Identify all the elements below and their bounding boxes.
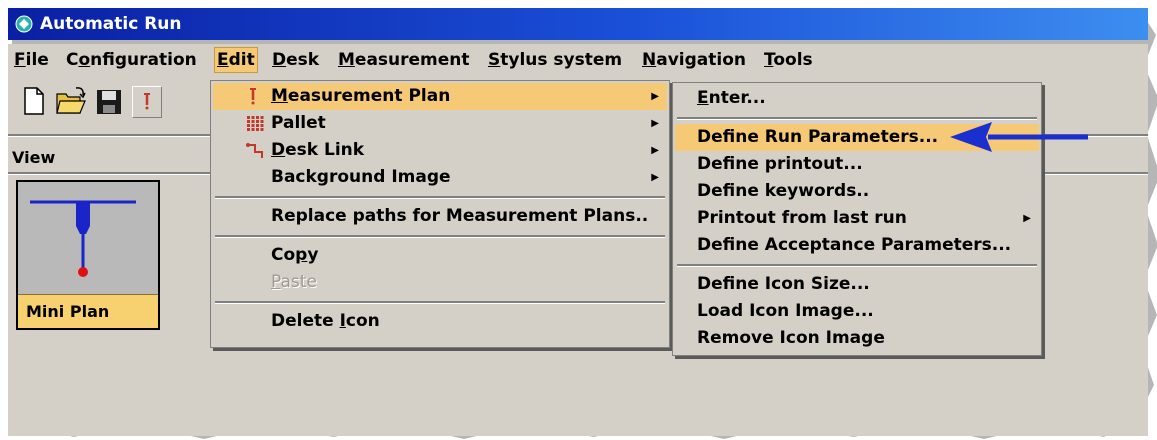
menu-item-label: Copy bbox=[271, 245, 319, 265]
menu-configuration[interactable]: Configuration bbox=[64, 48, 199, 72]
menu-measurement[interactable]: Measurement bbox=[336, 48, 472, 72]
menu-item-measurement-plan[interactable]: Measurement Plan ▶ bbox=[213, 83, 667, 110]
title-bar[interactable]: Automatic Run bbox=[8, 8, 1148, 40]
menu-item-label: Define Run Parameters... bbox=[697, 127, 939, 147]
menu-item-label: Delete Icon bbox=[271, 311, 380, 331]
menu-separator bbox=[215, 196, 665, 199]
menu-desk[interactable]: Desk bbox=[270, 48, 321, 72]
menu-item-label: Pallet bbox=[271, 113, 326, 133]
menu-item-label: Desk Link bbox=[271, 140, 365, 160]
menu-item-define-keywords[interactable]: Define keywords.. bbox=[675, 178, 1039, 205]
menu-item-enter[interactable]: Enter... bbox=[675, 85, 1039, 112]
menu-edit[interactable]: Edit bbox=[214, 47, 258, 73]
menu-item-delete-icon[interactable]: Delete Icon bbox=[213, 308, 667, 335]
menu-item-define-icon-size[interactable]: Define Icon Size... bbox=[675, 271, 1039, 298]
menu-item-label: Replace paths for Measurement Plans.. bbox=[271, 206, 649, 226]
save-disk-icon[interactable] bbox=[92, 84, 126, 118]
menu-item-label: Remove Icon Image bbox=[697, 328, 885, 348]
window-title: Automatic Run bbox=[40, 14, 182, 34]
app-icon bbox=[15, 15, 33, 33]
menu-item-label: Define Acceptance Parameters... bbox=[697, 235, 1012, 255]
menu-item-desk-link[interactable]: Desk Link ▶ bbox=[213, 137, 667, 164]
menu-item-define-printout[interactable]: Define printout... bbox=[675, 151, 1039, 178]
submenu-arrow-icon: ▶ bbox=[651, 145, 659, 156]
new-file-icon[interactable] bbox=[16, 84, 50, 118]
menu-item-label: Define keywords.. bbox=[697, 181, 870, 201]
submenu-arrow-icon: ▶ bbox=[651, 172, 659, 183]
app-window: Automatic Run File Configuration Edit Desk M… bbox=[8, 8, 1148, 436]
submenu-arrow-icon: ▶ bbox=[651, 118, 659, 129]
menu-item-paste[interactable]: Paste bbox=[213, 269, 667, 296]
menu-separator bbox=[215, 235, 665, 238]
menu-item-pallet[interactable]: Pallet ▶ bbox=[213, 110, 667, 137]
edit-menu: Measurement Plan ▶ Pallet ▶ Desk Link ▶ Backgr… bbox=[210, 80, 670, 348]
submenu-arrow-icon: ▶ bbox=[651, 91, 659, 102]
menu-item-background-image[interactable]: Background Image ▶ bbox=[213, 164, 667, 191]
menu-item-label: Define printout... bbox=[697, 154, 863, 174]
menu-item-copy[interactable]: Copy bbox=[213, 242, 667, 269]
pointer-arrow bbox=[950, 122, 1088, 152]
menu-item-replace-paths-for-measurement-plans[interactable]: Replace paths for Measurement Plans.. bbox=[213, 203, 667, 230]
menu-tools[interactable]: Tools bbox=[762, 48, 815, 72]
tile-label: Mini Plan bbox=[18, 294, 158, 328]
menu-stylus-system[interactable]: Stylus system bbox=[486, 48, 624, 72]
menu-item-label: Background Image bbox=[271, 167, 451, 187]
menu-item-label: Define Icon Size... bbox=[697, 274, 870, 294]
menu-navigation[interactable]: Navigation bbox=[640, 48, 748, 72]
menu-item-label: Measurement Plan bbox=[271, 86, 451, 106]
stylus-icon bbox=[30, 200, 136, 277]
menu-item-remove-icon-image[interactable]: Remove Icon Image bbox=[675, 325, 1039, 352]
submenu-arrow-icon: ▶ bbox=[1023, 213, 1031, 224]
view-label: View bbox=[12, 148, 56, 167]
menu-item-load-icon-image[interactable]: Load Icon Image... bbox=[675, 298, 1039, 325]
menu-item-printout-from-last-run[interactable]: Printout from last run ▶ bbox=[675, 205, 1039, 232]
menu-separator bbox=[677, 264, 1037, 267]
menu-item-label: Enter... bbox=[697, 88, 766, 108]
measurement-plan-icon[interactable] bbox=[132, 86, 162, 118]
menu-file[interactable]: File bbox=[12, 48, 51, 72]
menu-item-label: Paste bbox=[271, 272, 317, 292]
menu-item-label: Load Icon Image... bbox=[697, 301, 874, 321]
open-folder-icon[interactable] bbox=[54, 84, 88, 118]
menu-item-label: Printout from last run bbox=[697, 208, 907, 228]
menu-item-define-acceptance-parameters[interactable]: Define Acceptance Parameters... bbox=[675, 232, 1039, 259]
measurement-plan-tile[interactable]: Mini Plan bbox=[16, 180, 160, 330]
menu-separator bbox=[215, 301, 665, 304]
menu-bar: File Configuration Edit Desk Measurement Styl… bbox=[8, 44, 1148, 76]
